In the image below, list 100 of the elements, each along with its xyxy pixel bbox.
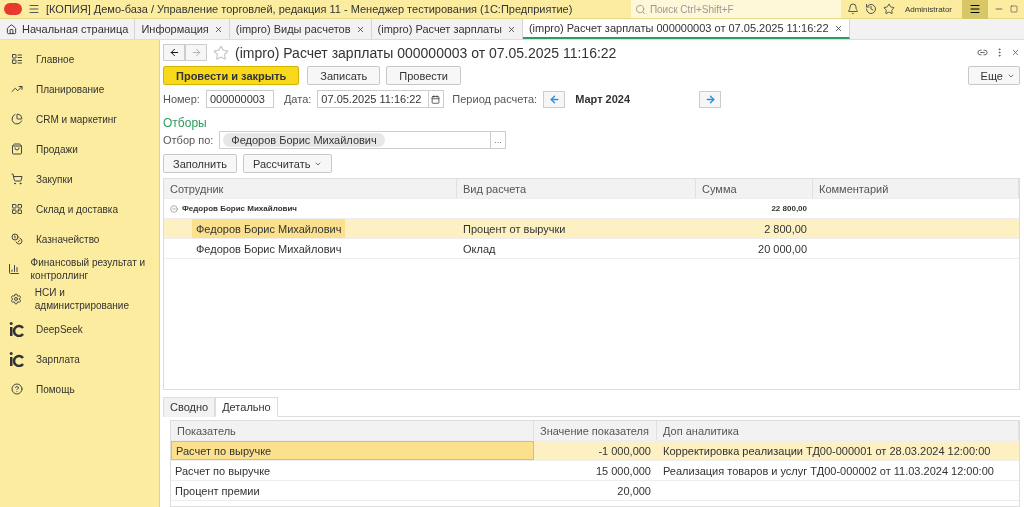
date-label: Дата: [283,93,312,105]
table-cell-text: Корректировка реализации ТД00-000001 от 28.03.2024 12:00:00 [662,443,992,459]
tab-label: (impro) Расчет зарплаты [377,23,502,35]
form-title: (impro) Расчет зарплаты 000000003 от 07.05.2025 11:16:22 [235,44,618,61]
column-header[interactable]: Комментарий [813,179,1019,198]
close-icon[interactable] [213,24,223,34]
sidebar-label: Планирование [36,82,105,96]
sidebar-label: НСИ и администрирование [34,286,130,312]
user-name[interactable]: Administrator [900,4,956,14]
sidebar-label: Помощь [36,382,75,396]
back-button[interactable] [163,44,185,61]
menu-icon [969,3,981,15]
column-header[interactable]: Показатель [171,421,534,440]
column-header[interactable]: Доп аналитика [657,421,1019,440]
table-cell-text: -1 000,000 [597,443,652,459]
arrow-right-icon [704,93,716,105]
sidebar-item[interactable]: Помощь [0,374,159,404]
search-icon [634,3,646,15]
sidebar-label: Продажи [36,142,78,156]
close-icon[interactable] [1011,48,1020,57]
menu-button[interactable] [962,0,988,19]
sidebar-label: Склад и доставка [36,202,118,216]
table-cell-text: Федоров Борис Михайлович [195,241,343,257]
sidebar-label: DeepSeek [36,322,83,336]
calendar-icon [431,94,441,104]
table-cell-text: 15 000,000 [594,463,652,479]
sidebar-item[interactable]: Продажи [0,134,159,164]
close-icon[interactable] [506,24,516,34]
bell-icon[interactable] [846,3,859,15]
home-icon [6,23,17,35]
logo-icon [4,3,22,15]
sidebar-item[interactable]: НСИ и администрирование [0,284,159,314]
arrow-left-icon [548,93,560,105]
chart-icon [8,83,26,95]
period-label: Период расчета: [452,93,538,105]
filter-tag[interactable]: Федоров Борис Михайлович [223,133,385,147]
action-button[interactable]: Рассчитать [243,154,333,173]
sidebar-item[interactable]: Планирование [0,74,159,104]
table-cell-text: Оклад [462,241,497,257]
tab[interactable]: (impro) Расчет зарплаты 000000003 от 07.05.2025 11:16:22 [522,19,850,39]
sidebar-item[interactable]: Закупки [0,164,159,194]
window-title: [КОПИЯ] Демо-база / Управление торговлей, редакция 11 - Менеджер тестирования (1С:Предприятие) [46,3,574,15]
sidebar-label: CRM и маркетинг [36,112,117,126]
table-cell-text: 20 000,00 [757,241,808,257]
table-cell: Федоров Борис Михайлович [192,219,346,238]
tab[interactable]: Сводно [163,397,216,417]
select-button[interactable]: ... [491,131,507,149]
sidebar-item[interactable]: Зарплата [0,344,159,374]
command-button[interactable]: Провести и закрыть [163,66,300,85]
help-icon [8,383,26,395]
arrow-right-icon [190,47,202,58]
action-button[interactable]: Заполнить [163,154,237,173]
close-icon[interactable] [833,23,843,33]
column-header[interactable]: Сумма [696,179,813,198]
calendar-button[interactable] [429,90,445,108]
sidebar-label: Зарплата [36,352,80,366]
sidebar-item[interactable]: DeepSeek [0,314,159,344]
coins-icon [8,233,26,245]
link-icon[interactable] [977,47,988,58]
group-cell[interactable]: Федоров Борис Михайлович [164,199,457,218]
table-row[interactable]: Расчет по выручке -1 000,000 Корректировка реализации ТД00-000001 от 28.03.2024 12:00:00 [171,441,1019,461]
table-cell: Расчет по выручке [171,441,534,460]
tab[interactable]: Детально [215,397,278,417]
sidebar-item[interactable]: Главное [0,44,159,74]
command-button[interactable]: Провести [386,66,461,85]
command-button[interactable]: Записать [307,66,381,85]
sidebar-label: Закупки [36,172,73,186]
history-icon[interactable] [864,3,877,15]
table-cell-text: 20,000 [616,483,652,499]
column-header[interactable]: Вид расчета [457,179,696,198]
filter-field[interactable]: Федоров Борис Михайлович [219,131,492,149]
column-header[interactable]: Значение показателя [534,421,657,440]
previous-period-button[interactable] [543,90,566,108]
sidebar-item[interactable]: Финансовый результат и контроллинг [0,254,159,284]
sidebar-item[interactable]: Склад и доставка [0,194,159,224]
tab-label: (impro) Расчет зарплаты 000000003 от 07.05.2025 11:16:22 [528,22,829,34]
tab-label: Информация [141,23,209,35]
table-cell-text: Процент от выручки [462,221,567,237]
sidebar-label: Главное [36,52,75,66]
logo-icon [8,351,26,367]
bar-chart-icon [8,263,21,275]
sidebar-item[interactable]: CRM и маркетинг [0,104,159,134]
star-icon[interactable] [882,3,895,15]
close-icon[interactable] [355,24,365,34]
arrow-left-icon [168,47,180,58]
sidebar-item[interactable]: Казначейство [0,224,159,254]
table-cell-text: Расчет по выручке [174,463,272,479]
logo-icon [8,321,26,337]
table-cell-text: 22 800,00 [770,203,808,215]
table-cell-text: Реализация товаров и услуг ТД00-000002 от 11.03.2024 12:00:00 [662,463,995,479]
next-period-button[interactable] [699,90,722,108]
number-field[interactable]: 000000003 [205,90,274,108]
more-button[interactable]: Еще [967,66,1020,85]
table-cell-text: 2 800,00 [763,221,808,237]
tab-label: Начальная страница [22,23,129,35]
section-heading: Отборы [163,116,208,130]
date-field[interactable]: 07.05.2025 11:16:22 [317,90,430,108]
menu-icon[interactable] [28,3,40,15]
table-row[interactable]: Федоров Борис Михайлович Процент от выручки 2 800,00 [164,219,1019,239]
column-header[interactable]: Сотрудник [164,179,457,198]
